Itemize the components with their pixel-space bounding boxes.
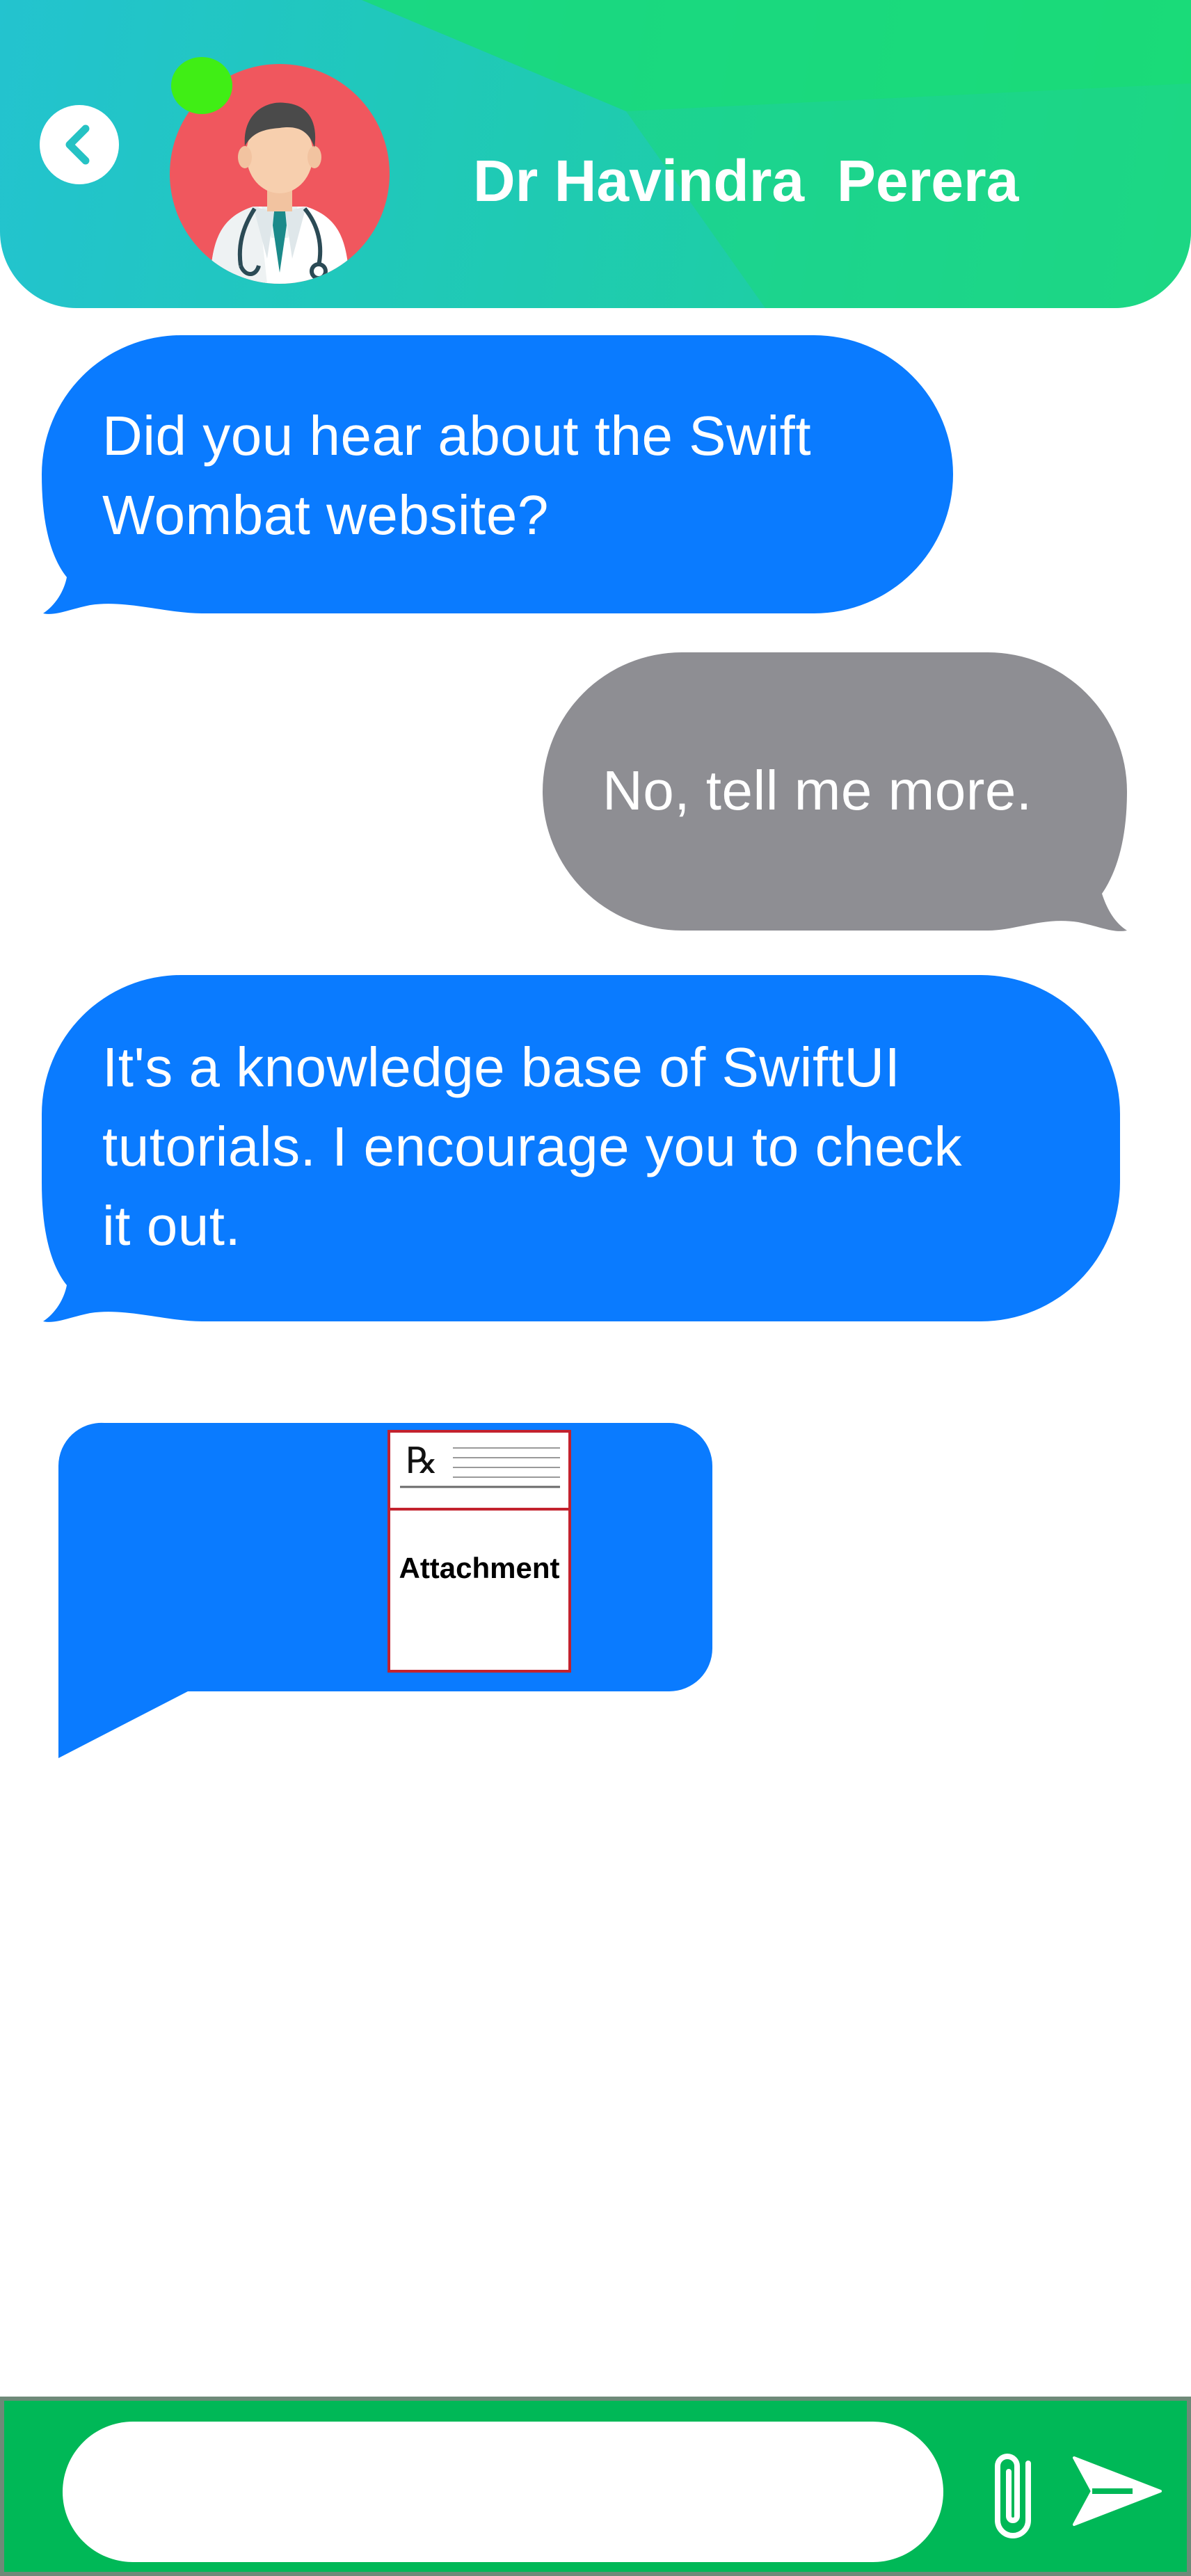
message-bubble <box>543 652 1127 931</box>
chevron-left-icon <box>65 124 90 165</box>
composer-bar <box>0 2397 1191 2576</box>
rx-symbol: ℞ <box>406 1440 438 1482</box>
online-status-dot <box>171 57 232 114</box>
attach-button[interactable] <box>978 2442 1048 2547</box>
message-line: Wombat website? <box>102 484 549 546</box>
prescription-rx-icon: ℞ <box>390 1433 568 1511</box>
message-line: Did you hear about the Swift <box>102 405 812 467</box>
paperclip-icon <box>995 2454 1031 2538</box>
contact-name: Dr Havindra Perera <box>473 148 1019 214</box>
message-line: It's a knowledge base of SwiftUI <box>102 1036 901 1098</box>
attachment-card[interactable]: ℞ Attachment <box>387 1430 571 1673</box>
back-button[interactable] <box>40 105 119 184</box>
message-line: it out. <box>102 1195 241 1257</box>
chat-header: Dr Havindra Perera <box>0 0 1191 308</box>
message-bubble <box>42 335 953 614</box>
message-bubble <box>42 975 1120 1322</box>
message-line: tutorials. I encourage you to check <box>102 1116 962 1177</box>
message-input[interactable] <box>63 2422 943 2562</box>
send-button[interactable] <box>1069 2449 1166 2533</box>
attachment-label: Attachment <box>399 1552 560 1584</box>
send-icon <box>1073 2456 1162 2526</box>
message-line: No, tell me more. <box>602 759 1032 821</box>
attachment-bubble <box>58 1422 712 1758</box>
